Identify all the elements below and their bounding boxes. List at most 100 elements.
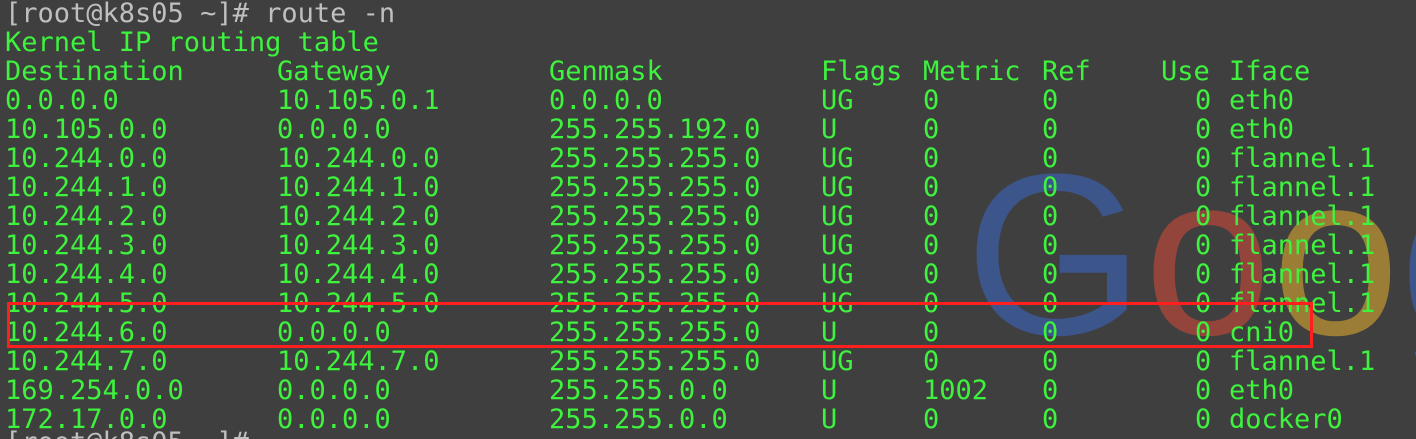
logo-letter-g-blue: g — [1400, 140, 1416, 370]
route-cell-flags: UG — [821, 346, 854, 377]
route-cell-ref: 0 — [1042, 375, 1059, 406]
route-cell-destination: 10.244.5.0 — [5, 288, 168, 319]
route-cell-gateway: 10.244.7.0 — [277, 346, 440, 377]
route-cell-genmask: 255.255.255.0 — [549, 201, 761, 232]
route-cell-genmask: 255.255.255.0 — [549, 346, 761, 377]
route-cell-iface: eth0 — [1229, 85, 1295, 116]
route-cell-destination: 169.254.0.0 — [5, 375, 184, 406]
route-cell-metric: 0 — [923, 288, 940, 319]
route-cell-metric: 0 — [923, 114, 940, 145]
route-cell-destination: 10.244.2.0 — [5, 201, 168, 232]
route-cell-use: 0 — [1195, 143, 1212, 174]
route-cell-flags: U — [821, 404, 838, 435]
route-cell-iface: eth0 — [1229, 114, 1295, 145]
route-cell-use: 0 — [1195, 259, 1212, 290]
route-cell-gateway: 0.0.0.0 — [277, 404, 391, 435]
route-cell-iface: flannel.1 — [1229, 288, 1376, 319]
route-cell-destination: 10.244.0.0 — [5, 143, 168, 174]
route-cell-genmask: 255.255.255.0 — [549, 288, 761, 319]
route-cell-ref: 0 — [1042, 346, 1059, 377]
route-cell-genmask: 0.0.0.0 — [549, 85, 663, 116]
next-prompt-partial: [root@k8s05 ~]# — [5, 428, 249, 439]
route-cell-iface: cni0 — [1229, 317, 1295, 348]
terminal-window[interactable]: Goog [root@k8s05 ~]# route -n Kernel IP … — [0, 0, 1416, 439]
route-cell-destination: 10.105.0.0 — [5, 114, 168, 145]
routing-table-header: Destination Gateway Genmask Flags Metric… — [5, 57, 1310, 86]
route-cell-gateway: 10.244.1.0 — [277, 172, 440, 203]
route-cell-gateway: 0.0.0.0 — [277, 375, 391, 406]
route-cell-genmask: 255.255.255.0 — [549, 317, 761, 348]
route-cell-gateway: 10.105.0.1 — [277, 85, 440, 116]
route-cell-iface: eth0 — [1229, 375, 1295, 406]
route-cell-ref: 0 — [1042, 114, 1059, 145]
route-cell-metric: 0 — [923, 143, 940, 174]
route-cell-destination: 10.244.1.0 — [5, 172, 168, 203]
route-cell-use: 0 — [1195, 172, 1212, 203]
route-cell-flags: U — [821, 375, 838, 406]
route-cell-genmask: 255.255.255.0 — [549, 172, 761, 203]
route-cell-metric: 1002 — [923, 375, 989, 406]
route-cell-flags: UG — [821, 230, 854, 261]
route-cell-genmask: 255.255.0.0 — [549, 404, 728, 435]
route-cell-ref: 0 — [1042, 230, 1059, 261]
route-cell-flags: U — [821, 317, 838, 348]
route-cell-use: 0 — [1195, 201, 1212, 232]
route-cell-flags: UG — [821, 259, 854, 290]
column-header-metric: Metric — [923, 56, 1021, 87]
route-cell-use: 0 — [1195, 317, 1212, 348]
route-cell-metric: 0 — [923, 172, 940, 203]
route-cell-metric: 0 — [923, 404, 940, 435]
column-header-iface: Iface — [1229, 56, 1311, 87]
route-cell-gateway: 10.244.2.0 — [277, 201, 440, 232]
route-cell-use: 0 — [1195, 404, 1212, 435]
route-cell-metric: 0 — [923, 259, 940, 290]
route-cell-gateway: 10.244.4.0 — [277, 259, 440, 290]
route-cell-ref: 0 — [1042, 201, 1059, 232]
route-cell-destination: 10.244.4.0 — [5, 259, 168, 290]
route-cell-gateway: 10.244.3.0 — [277, 230, 440, 261]
route-cell-use: 0 — [1195, 230, 1212, 261]
route-cell-ref: 0 — [1042, 172, 1059, 203]
route-cell-destination: 10.244.6.0 — [5, 317, 168, 348]
command-prompt-line: [root@k8s05 ~]# route -n — [5, 0, 396, 29]
column-header-flags: Flags — [821, 56, 903, 87]
route-cell-ref: 0 — [1042, 404, 1059, 435]
route-cell-gateway: 10.244.5.0 — [277, 288, 440, 319]
route-cell-iface: docker0 — [1229, 404, 1343, 435]
route-cell-metric: 0 — [923, 317, 940, 348]
route-cell-flags: UG — [821, 288, 854, 319]
route-cell-destination: 0.0.0.0 — [5, 85, 119, 116]
route-cell-flags: UG — [821, 85, 854, 116]
route-cell-iface: flannel.1 — [1229, 172, 1376, 203]
route-cell-metric: 0 — [923, 230, 940, 261]
route-cell-genmask: 255.255.192.0 — [549, 114, 761, 145]
column-header-destination: Destination — [5, 56, 184, 87]
route-cell-gateway: 10.244.0.0 — [277, 143, 440, 174]
route-cell-use: 0 — [1195, 114, 1212, 145]
route-cell-ref: 0 — [1042, 259, 1059, 290]
route-cell-flags: UG — [821, 201, 854, 232]
route-cell-destination: 10.244.7.0 — [5, 346, 168, 377]
route-cell-iface: flannel.1 — [1229, 201, 1376, 232]
route-cell-gateway: 0.0.0.0 — [277, 317, 391, 348]
route-cell-iface: flannel.1 — [1229, 230, 1376, 261]
column-header-genmask: Genmask — [549, 56, 663, 87]
route-cell-genmask: 255.255.0.0 — [549, 375, 728, 406]
route-cell-iface: flannel.1 — [1229, 143, 1376, 174]
route-cell-ref: 0 — [1042, 317, 1059, 348]
route-cell-ref: 0 — [1042, 143, 1059, 174]
route-cell-use: 0 — [1195, 375, 1212, 406]
route-cell-genmask: 255.255.255.0 — [549, 143, 761, 174]
routing-table-title: Kernel IP routing table — [5, 27, 379, 58]
route-cell-destination: 10.244.3.0 — [5, 230, 168, 261]
column-header-use: Use — [1161, 56, 1210, 87]
column-header-gateway: Gateway — [277, 56, 391, 87]
route-cell-ref: 0 — [1042, 288, 1059, 319]
route-cell-use: 0 — [1195, 346, 1212, 377]
route-cell-iface: flannel.1 — [1229, 346, 1376, 377]
route-cell-genmask: 255.255.255.0 — [549, 230, 761, 261]
route-cell-use: 0 — [1195, 288, 1212, 319]
route-cell-metric: 0 — [923, 201, 940, 232]
column-header-ref: Ref — [1042, 56, 1091, 87]
route-cell-metric: 0 — [923, 346, 940, 377]
